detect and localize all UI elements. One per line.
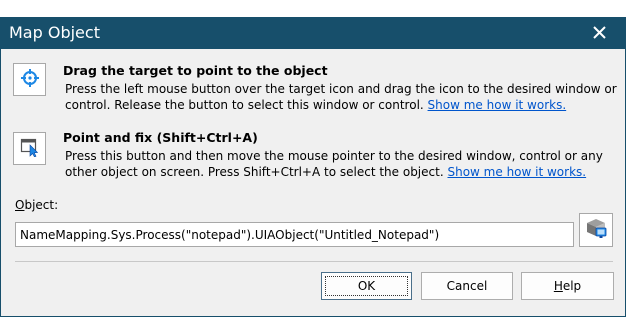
help-button-text: elp — [562, 279, 582, 293]
object-input[interactable] — [15, 222, 574, 247]
object-label: Object: — [15, 198, 58, 212]
point-fix-title: Point and fix (Shift+Ctrl+A) — [63, 130, 258, 145]
drag-target-title: Drag the target to point to the object — [63, 63, 328, 78]
object-label-text: bject: — [24, 198, 59, 212]
close-icon[interactable] — [590, 22, 610, 44]
point-fix-help-link[interactable]: Show me how it works. — [447, 165, 586, 179]
title-bar[interactable]: Map Object — [1, 18, 625, 49]
help-button-accel: H — [553, 279, 563, 293]
point-fix-button[interactable] — [13, 132, 46, 165]
object-browser-icon — [585, 217, 607, 243]
ok-button[interactable]: OK — [321, 272, 412, 300]
drag-target-description: Press the left mouse button over the tar… — [65, 81, 617, 113]
cancel-button[interactable]: Cancel — [421, 272, 513, 300]
point-fix-description: Press this button and then move the mous… — [65, 148, 617, 180]
help-button[interactable]: Help — [521, 272, 614, 300]
crosshair-target-icon — [20, 68, 39, 91]
drag-target-help-link[interactable]: Show me how it works. — [428, 98, 567, 112]
cursor-window-icon — [20, 137, 40, 161]
object-browser-button[interactable] — [579, 213, 613, 247]
separator — [15, 261, 613, 262]
dialog-title: Map Object — [9, 23, 100, 42]
drag-target-button[interactable] — [13, 63, 46, 96]
map-object-dialog: Map Object Drag the target to point to t… — [0, 17, 626, 317]
ok-button-label: OK — [325, 276, 408, 296]
